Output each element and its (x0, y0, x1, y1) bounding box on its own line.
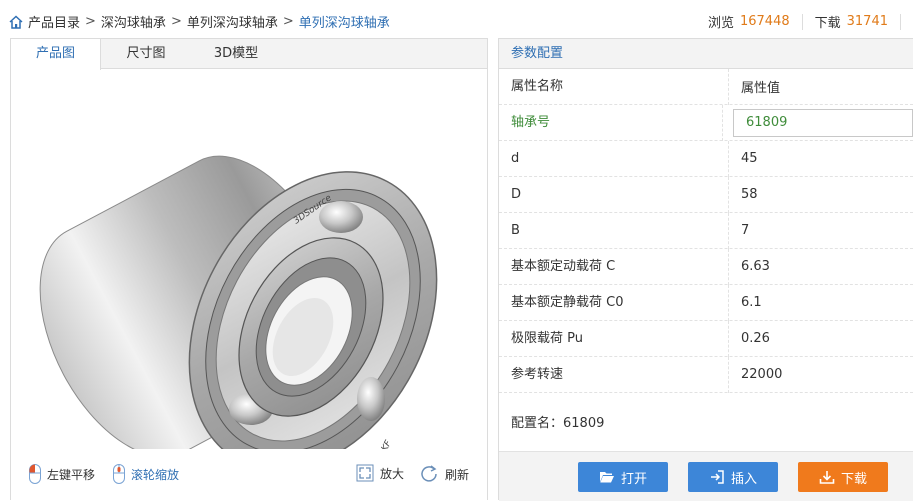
config-panel-title: 参数配置 (499, 39, 913, 69)
breadcrumb-separator: > (85, 14, 96, 29)
header-property-value: 属性值 (741, 81, 781, 96)
home-icon[interactable] (8, 14, 24, 30)
property-name: d (499, 140, 729, 177)
bearing-number-input[interactable] (733, 108, 913, 137)
config-panel: 参数配置 属性名称 属性值 轴承号 d 45 D 58 B 7 基本额定动载荷 … (498, 38, 913, 501)
property-name: 极限载荷 Pu (499, 320, 729, 357)
property-table: 属性名称 属性值 轴承号 d 45 D 58 B 7 基本额定动载荷 C 6.6… (499, 68, 913, 393)
mouse-left-icon (29, 464, 41, 484)
insert-icon (710, 470, 724, 484)
property-value: 6.63 (741, 259, 770, 274)
property-table-header: 属性名称 属性值 (499, 68, 913, 105)
stats-divider (801, 13, 803, 30)
property-value: 58 (741, 187, 758, 202)
table-row: 极限载荷 Pu 0.26 (499, 320, 913, 357)
viewer-controls: 左键平移 滚轮缩放 放大 刷新 (11, 464, 487, 494)
insert-button-label: 插入 (730, 471, 757, 487)
model-viewer[interactable]: 3DSource SKF (11, 69, 487, 449)
bearing-number-label: 轴承号 (499, 104, 723, 141)
download-button[interactable]: 下载 (798, 462, 888, 492)
property-name: 参考转速 (499, 356, 729, 393)
stats: 浏览 167448 下载 31741 (708, 12, 913, 31)
bearing-model-image: 3DSource SKF (39, 155, 438, 449)
tab-3d-model[interactable]: 3D模型 (191, 39, 281, 69)
refresh-icon (421, 465, 437, 482)
breadcrumb-item-deep-groove[interactable]: 深沟球轴承 (101, 12, 166, 31)
refresh-label: 刷新 (445, 467, 470, 482)
property-name: B (499, 212, 729, 249)
open-button-label: 打开 (620, 471, 647, 487)
tab-dimension-drawing[interactable]: 尺寸图 (101, 39, 191, 69)
property-value: 0.26 (741, 331, 770, 346)
download-icon (819, 471, 835, 484)
property-name: 基本额定静载荷 C0 (499, 284, 729, 321)
breadcrumb: 产品目录 > 深沟球轴承 > 单列深沟球轴承 > 单列深沟球轴承 (8, 12, 390, 31)
zoom-in-button[interactable]: 放大 (356, 464, 404, 482)
property-name: 基本额定动载荷 C (499, 248, 729, 285)
property-value: 45 (741, 151, 758, 166)
stats-divider (900, 13, 901, 30)
table-row: 基本额定静载荷 C0 6.1 (499, 284, 913, 321)
property-value: 7 (741, 223, 750, 238)
downloads-count: 31741 (846, 14, 888, 29)
breadcrumb-separator: > (170, 14, 182, 29)
view-tabs: 产品图 尺寸图 3D模型 (11, 39, 487, 70)
views-count: 167448 (739, 14, 790, 29)
breadcrumb-item-single-row[interactable]: 单列深沟球轴承 (187, 12, 278, 31)
property-value: 22000 (741, 367, 783, 382)
config-name: 配置名：61809 (511, 416, 605, 431)
table-row: B 7 (499, 212, 913, 249)
table-row: D 58 (499, 176, 913, 213)
zoom-in-label: 放大 (380, 466, 405, 481)
breadcrumb-item-catalog[interactable]: 产品目录 (28, 12, 80, 31)
folder-open-icon (599, 472, 614, 483)
insert-button[interactable]: 插入 (688, 462, 778, 492)
refresh-button[interactable]: 刷新 (419, 464, 469, 484)
bearing-number-row: 轴承号 (499, 104, 913, 141)
mouse-scroll-icon (113, 464, 125, 484)
breadcrumb-item-current[interactable]: 单列深沟球轴承 (299, 12, 390, 31)
scroll-zoom-label: 滚轮缩放 (131, 467, 180, 482)
product-view-panel: 产品图 尺寸图 3D模型 3DSource SKF 左键平移 滚轮缩放 放大 刷… (10, 38, 488, 500)
rim-maker-text: SKF (377, 438, 394, 449)
property-value: 6.1 (741, 295, 762, 310)
left-pan-label: 左键平移 (47, 467, 96, 482)
scroll-zoom-hint: 滚轮缩放 (113, 464, 179, 484)
property-name: D (499, 176, 729, 213)
download-button-label: 下载 (840, 471, 867, 487)
table-row: d 45 (499, 140, 913, 177)
tab-product-image[interactable]: 产品图 (11, 39, 101, 70)
breadcrumb-separator: > (282, 14, 294, 29)
top-bar: 产品目录 > 深沟球轴承 > 单列深沟球轴承 > 单列深沟球轴承 浏览 1674… (0, 0, 913, 38)
downloads-label: 下载 (814, 16, 841, 31)
open-button[interactable]: 打开 (578, 462, 668, 492)
action-bar: 打开 插入 下载 (499, 451, 913, 501)
zoom-in-icon (356, 464, 374, 482)
header-property-name: 属性名称 (499, 68, 729, 105)
views-label: 浏览 (707, 16, 734, 31)
table-row: 参考转速 22000 (499, 356, 913, 393)
left-pan-hint: 左键平移 (29, 464, 95, 484)
table-row: 基本额定动载荷 C 6.63 (499, 248, 913, 285)
